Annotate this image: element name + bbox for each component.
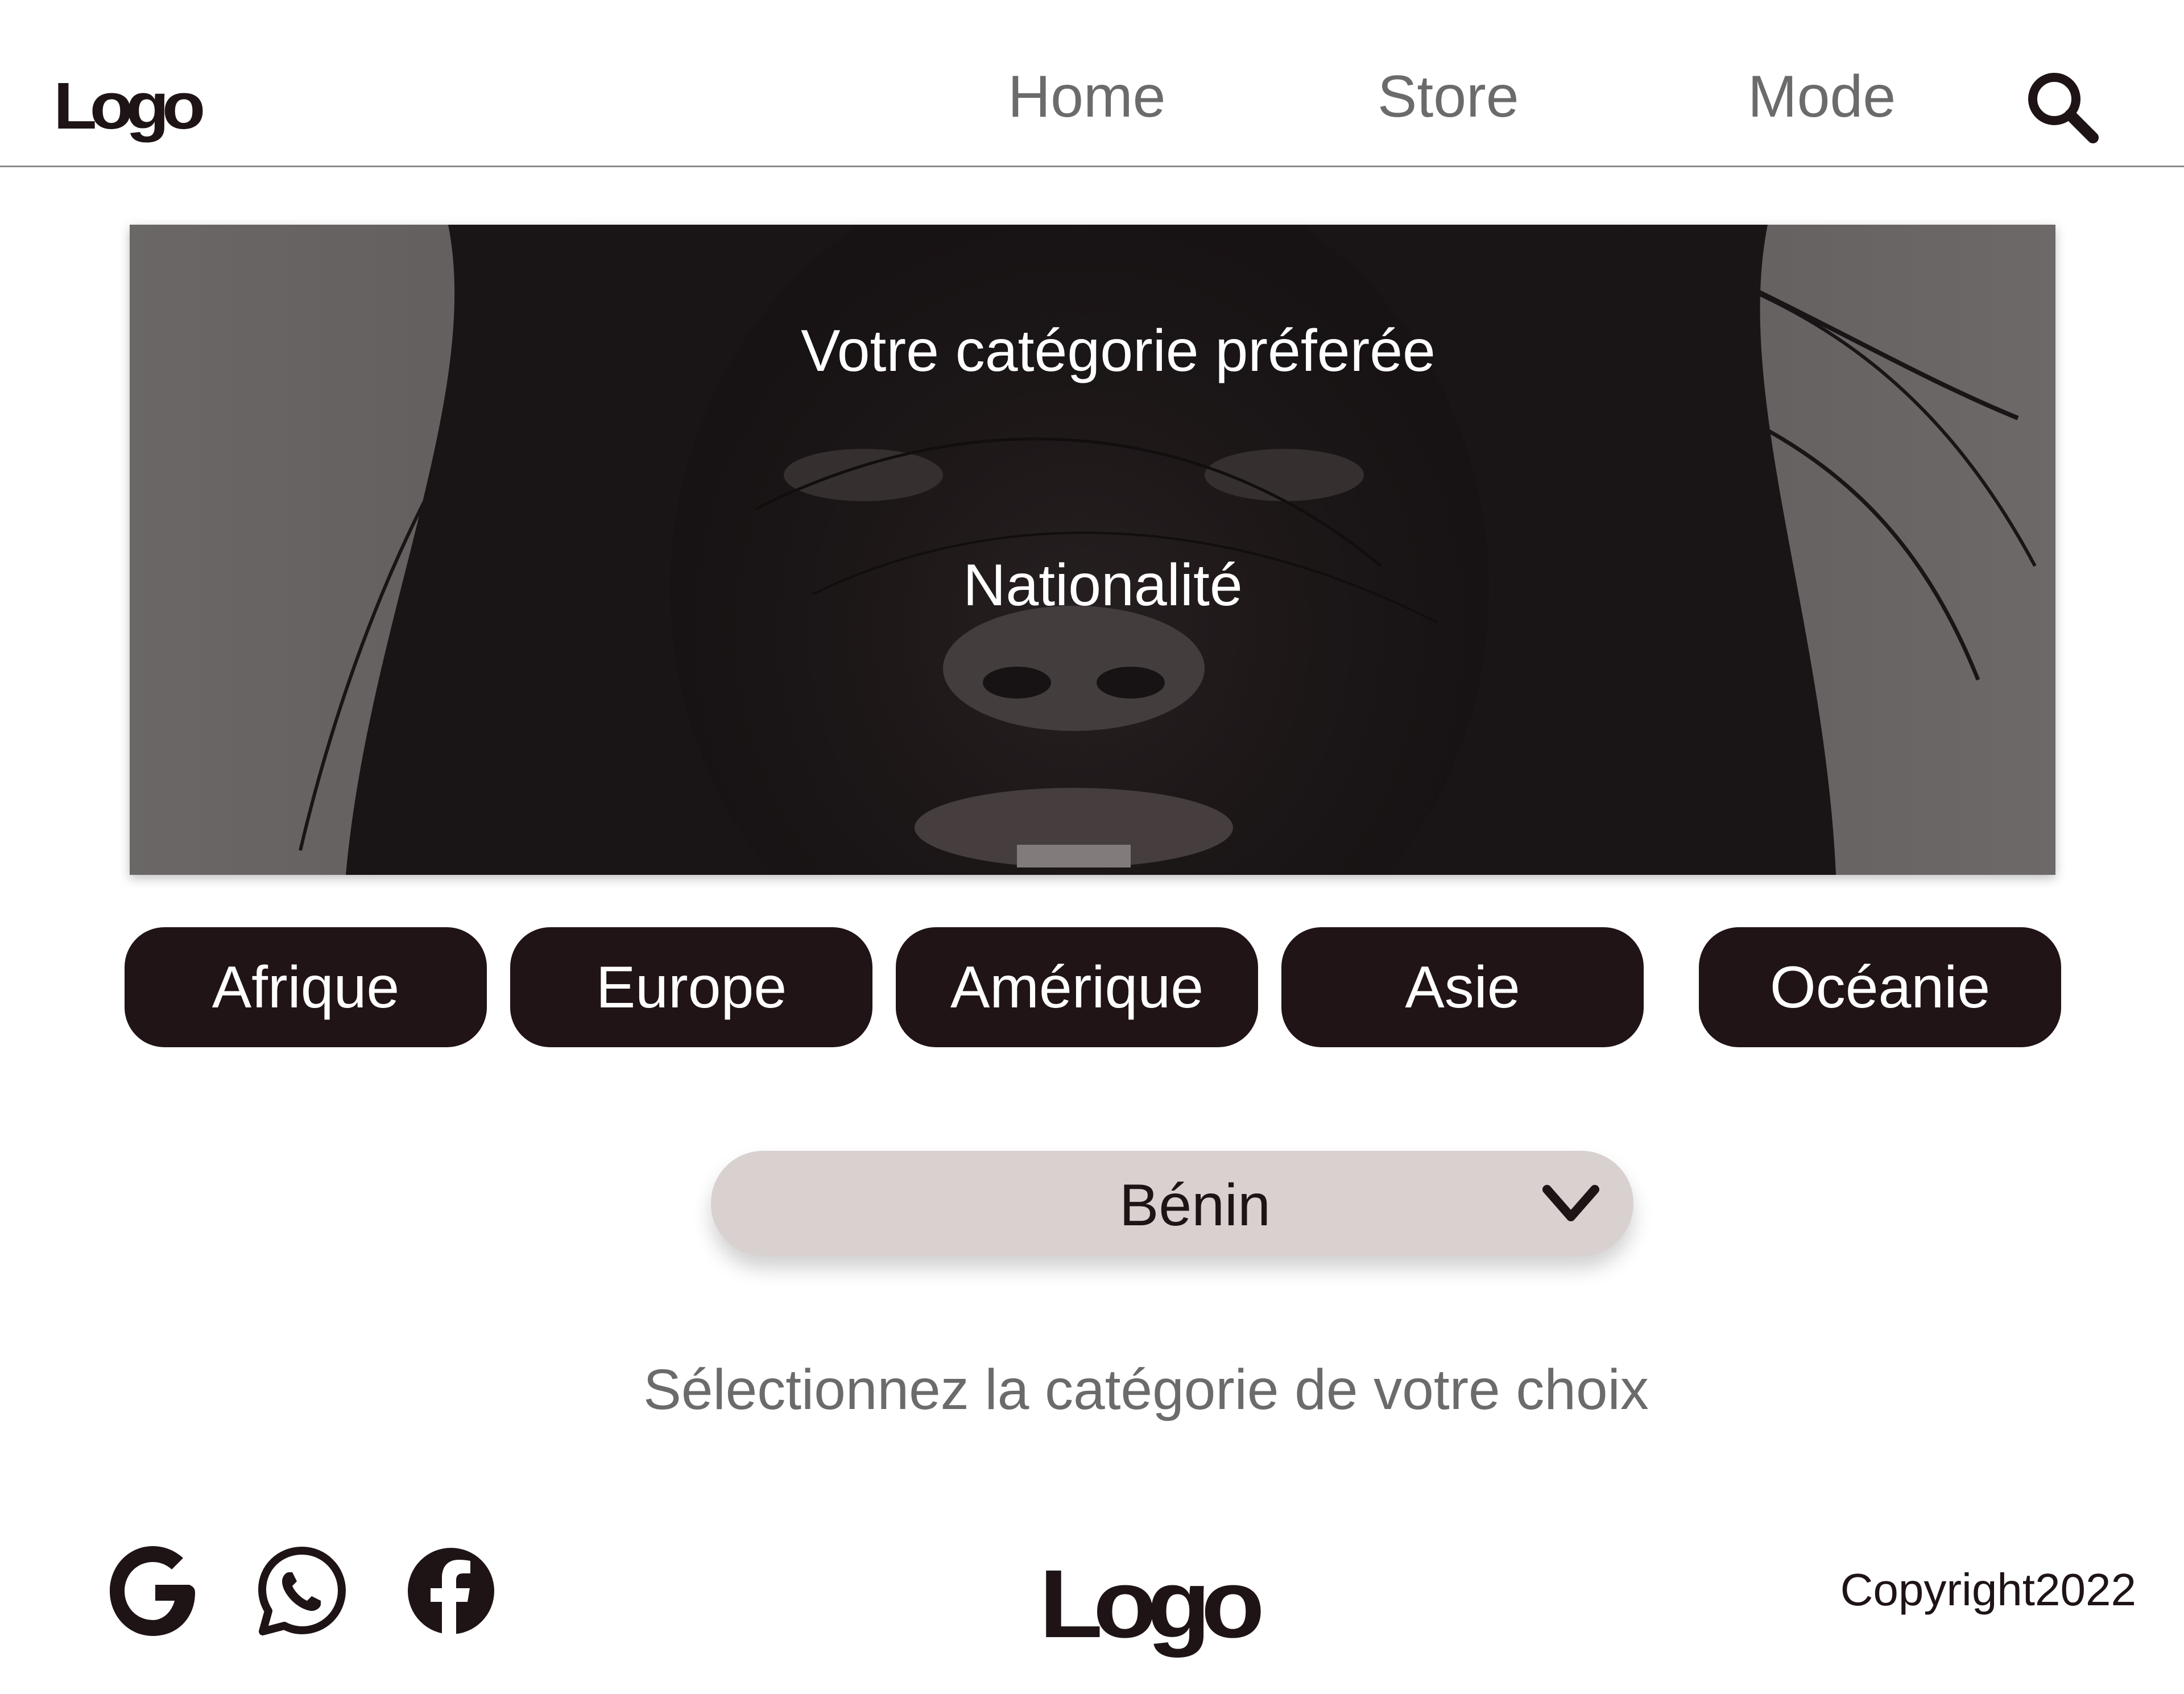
region-button-asie[interactable]: Asie [1281,927,1644,1047]
region-button-afrique[interactable]: Afrique [125,927,487,1047]
footer-logo[interactable]: Logo [1039,1556,1265,1652]
dropdown-selected-value: Bénin [1119,1172,1271,1238]
hero-subtitle: Nationalité [963,552,1243,618]
nav-store-link[interactable]: Store [1378,67,1519,126]
region-button-oceanie[interactable]: Océanie [1699,927,2061,1047]
region-button-amerique[interactable]: Amérique [896,927,1258,1047]
header-logo[interactable]: Logo [53,73,205,139]
country-dropdown[interactable]: Bénin [711,1151,1633,1256]
google-icon[interactable] [110,1546,200,1636]
search-icon[interactable] [2025,69,2099,143]
region-button-europe[interactable]: Europe [510,927,872,1047]
helper-text: Sélectionnez la catégorie de votre choix [643,1358,1649,1422]
top-navbar: Logo Home Store Mode [0,0,2184,167]
nav-mode-link[interactable]: Mode [1748,67,1896,126]
copyright-text: Copyright2022 [1840,1564,2136,1615]
page: Logo Home Store Mode Votre catégorie pré… [0,0,2184,1694]
hero-title: Votre catégorie préferée [801,318,1436,384]
facebook-icon[interactable] [406,1546,496,1636]
chevron-down-icon[interactable] [1541,1181,1600,1227]
hero-banner: Votre catégorie préferée Nationalité [130,225,2055,875]
nav-home-link[interactable]: Home [1008,67,1165,126]
whatsapp-icon[interactable] [257,1546,347,1636]
